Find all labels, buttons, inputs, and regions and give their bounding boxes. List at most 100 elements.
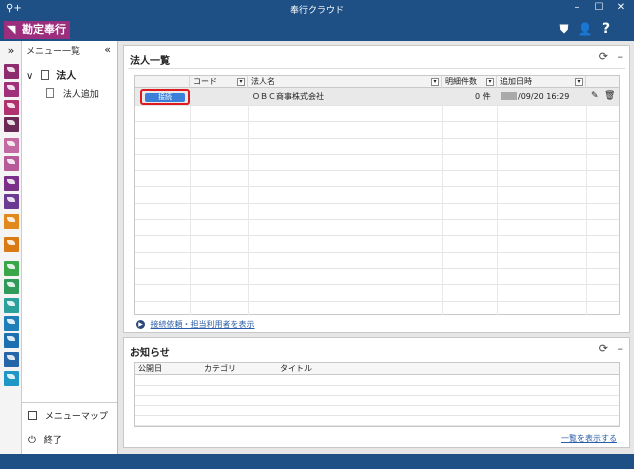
- tree-item-label: 法人: [56, 71, 77, 82]
- filter-dropdown-icon[interactable]: ▾: [237, 78, 245, 86]
- column-header-title[interactable]: タイトル: [277, 363, 477, 375]
- product-tile[interactable]: [4, 214, 19, 229]
- product-tile[interactable]: [4, 194, 19, 209]
- brand-icon: ◥: [7, 23, 16, 36]
- column-divider: [497, 88, 498, 315]
- product-tile[interactable]: [4, 237, 19, 252]
- maximize-window-button[interactable]: ☐: [592, 2, 606, 13]
- product-tile[interactable]: [4, 82, 19, 97]
- window-titlebar: ⚲+ 奉行クラウド – ☐ ✕: [0, 0, 634, 19]
- filter-dropdown-icon[interactable]: ▾: [431, 78, 439, 86]
- product-tile[interactable]: [4, 298, 19, 313]
- filter-dropdown-icon[interactable]: ▾: [575, 78, 583, 86]
- row-divider: [135, 121, 619, 122]
- status-bar: [0, 454, 634, 469]
- filter-dropdown-icon[interactable]: ▾: [486, 78, 494, 86]
- column-label: 明細件数: [445, 77, 477, 86]
- row-divider: [135, 170, 619, 171]
- cell-item-count: 0 件: [475, 92, 491, 101]
- row-divider: [135, 425, 619, 426]
- brand-name: 勘定奉行: [22, 23, 66, 36]
- product-tile[interactable]: [4, 261, 19, 276]
- product-tile[interactable]: [4, 176, 19, 191]
- brand-logo[interactable]: ◥ 勘定奉行: [4, 21, 70, 39]
- menu-map-label: メニューマップ: [44, 412, 108, 422]
- news-panel: お知らせ ⟳ – 公開日 カテゴリ タイトル 一覧を表示する: [123, 337, 630, 448]
- panel-tools: ⟳ –: [599, 50, 623, 63]
- help-icon[interactable]: ?: [598, 21, 614, 37]
- product-tile[interactable]: [4, 117, 19, 132]
- row-divider: [135, 252, 619, 253]
- redacted-year: [501, 92, 517, 100]
- show-requests-link[interactable]: 接続依頼・担当利用者を表示: [151, 320, 255, 329]
- tree-item-add-corporation[interactable]: 法人追加: [46, 87, 99, 100]
- row-divider: [135, 186, 619, 187]
- delete-icon[interactable]: 🗑: [604, 88, 615, 105]
- product-tile[interactable]: [4, 100, 19, 115]
- cell-added-date: /09/20 16:29: [518, 92, 570, 101]
- tree-item-corporation[interactable]: ∨ 法人: [26, 67, 76, 82]
- product-tile[interactable]: [4, 333, 19, 348]
- product-tile[interactable]: [4, 156, 19, 171]
- product-tile[interactable]: [4, 316, 19, 331]
- menu-divider: [22, 402, 117, 403]
- refresh-icon[interactable]: ⟳: [599, 50, 608, 63]
- chevron-down-icon[interactable]: ∨: [26, 71, 33, 82]
- product-tile[interactable]: [4, 279, 19, 294]
- connect-button-highlight: 接続: [140, 89, 190, 105]
- minimize-window-button[interactable]: –: [570, 2, 584, 13]
- column-label: 追加日時: [500, 77, 532, 86]
- column-header-category[interactable]: カテゴリ: [201, 363, 277, 375]
- expand-menu-icon[interactable]: »: [0, 44, 22, 57]
- product-tile-strip: »: [0, 41, 22, 454]
- connect-button[interactable]: 接続: [145, 93, 185, 102]
- show-all-news-link[interactable]: 一覧を表示する: [561, 433, 617, 444]
- product-tile[interactable]: [4, 138, 19, 153]
- column-divider: [442, 88, 443, 315]
- panel-title: お知らせ: [130, 348, 170, 359]
- column-header-date[interactable]: 追加日時 ▾: [497, 76, 586, 88]
- column-divider: [248, 88, 249, 315]
- column-header-actions: [586, 76, 620, 88]
- column-header-code[interactable]: コード ▾: [190, 76, 248, 88]
- cell-corporation-name: ＯＢＣ商事株式会社: [252, 92, 324, 101]
- user-icon[interactable]: 👤: [577, 22, 593, 36]
- exit-label: 終了: [43, 436, 62, 446]
- product-tile[interactable]: [4, 352, 19, 367]
- row-divider: [135, 105, 619, 106]
- row-divider: [135, 284, 619, 285]
- column-header-name[interactable]: 法人名 ▾: [248, 76, 442, 88]
- edit-icon[interactable]: ✎: [591, 88, 599, 105]
- grid-header: 公開日 カテゴリ タイトル: [135, 363, 619, 375]
- building-icon: [46, 88, 54, 98]
- side-menu: メニュー一覧 « ∨ 法人 法人追加 メニューマップ ⏻ 終了: [22, 41, 118, 454]
- column-divider: [190, 88, 191, 315]
- refresh-icon[interactable]: ⟳: [599, 342, 608, 355]
- show-requests-link-row[interactable]: ▶ 接続依頼・担当利用者を表示: [136, 319, 255, 330]
- window-title: 奉行クラウド: [289, 6, 344, 16]
- column-header-publish-date[interactable]: 公開日: [135, 363, 201, 375]
- corporation-list-panel: 法人一覧 ⟳ – コード ▾ 法人名 ▾ 明細件数 ▾ 追加日時 ▾ 接続 ＯＢ…: [123, 45, 630, 333]
- panel-title: 法人一覧: [130, 56, 170, 67]
- menu-map-button[interactable]: メニューマップ: [28, 409, 108, 422]
- minimize-panel-icon[interactable]: –: [618, 342, 624, 355]
- collapse-menu-icon[interactable]: «: [104, 43, 111, 56]
- column-divider: [586, 88, 587, 315]
- panel-tools: ⟳ –: [599, 342, 623, 355]
- corporation-grid: コード ▾ 法人名 ▾ 明細件数 ▾ 追加日時 ▾ 接続 ＯＢＣ商事株式会社 0…: [134, 75, 620, 315]
- product-tile[interactable]: [4, 371, 19, 386]
- exit-button[interactable]: ⏻ 終了: [28, 433, 62, 446]
- column-header-count[interactable]: 明細件数 ▾: [442, 76, 497, 88]
- minimize-panel-icon[interactable]: –: [618, 50, 624, 63]
- row-divider: [135, 395, 619, 396]
- app-header: ◥ 勘定奉行 ⛊ 👤 ?: [0, 19, 634, 41]
- close-window-button[interactable]: ✕: [614, 2, 628, 13]
- row-divider: [135, 154, 619, 155]
- row-divider: [135, 415, 619, 416]
- row-divider: [135, 203, 619, 204]
- product-tile[interactable]: [4, 64, 19, 79]
- shield-icon[interactable]: ⛊: [556, 22, 572, 37]
- grid-header: コード ▾ 法人名 ▾ 明細件数 ▾ 追加日時 ▾: [135, 76, 619, 88]
- power-icon: ⏻: [28, 435, 36, 446]
- row-divider: [135, 385, 619, 386]
